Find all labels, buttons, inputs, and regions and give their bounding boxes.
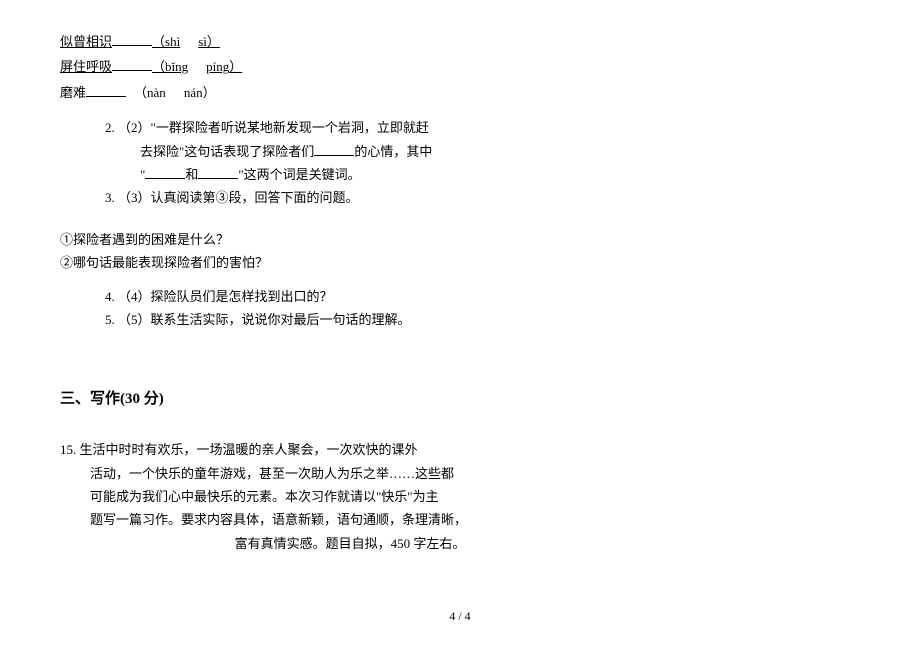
blank[interactable] — [198, 178, 238, 179]
document-body: 似曾相识（shìsì） 屏住呼吸（bǐngpíng） 磨难（nànnán） 2.… — [60, 30, 600, 555]
question-5: 5. （5）联系生活实际，说说你对最后一句话的理解。 — [60, 308, 600, 331]
word-1: 似曾相识 — [60, 34, 112, 49]
pinyin-1a: ì — [177, 34, 181, 49]
sub-questions: ①探险者遇到的困难是什么？ ②哪句话最能表现探险者们的害怕？ — [60, 228, 600, 275]
q5-num: 5. — [105, 312, 115, 327]
pinyin-1-open: （sh — [152, 34, 177, 49]
question-3: 3. （3）认真阅读第③段，回答下面的问题。 — [60, 186, 600, 209]
q2-text-3a: " — [140, 167, 145, 182]
pinyin-3-close: ） — [203, 85, 216, 100]
pinyin-3a: àn — [154, 85, 166, 100]
pinyin-1b: sì — [198, 34, 207, 49]
pinyin-row-3: 磨难 （nàn nán） — [60, 81, 600, 104]
q15-l4: 题写一篇习作。要求内容具体，语意新颖，语句通顺，条理清晰， — [60, 508, 600, 531]
blank[interactable] — [112, 45, 152, 46]
q2-text-3b: "这两个词是关键词。 — [238, 167, 360, 182]
question-2: 2. （2）"一群探险者听说某地新发现一个岩洞，立即就赶 去探险"这句话表现了探… — [60, 116, 600, 186]
sub-q1: ①探险者遇到的困难是什么？ — [60, 228, 600, 251]
q3-label: （3）认真阅读第③段，回答下面的问题。 — [118, 190, 359, 205]
q2-label: （2） — [118, 120, 151, 135]
question-15: 15. 生活中时时有欢乐，一场温暖的亲人聚会，一次欢快的课外 活动，一个快乐的童… — [60, 438, 600, 555]
pinyin-2b: píng — [206, 59, 229, 74]
q15-l2: 活动，一个快乐的童年游戏，甚至一次助人为乐之举……这些都 — [60, 462, 600, 485]
q4-num: 4. — [105, 289, 115, 304]
pinyin-2a: ǐng — [172, 59, 189, 74]
q4-label: （4）探险队员们是怎样找到出口的？ — [118, 289, 333, 304]
q15-l1: 生活中时时有欢乐，一场温暖的亲人聚会，一次欢快的课外 — [80, 442, 418, 457]
q2-text-2a: 去探险"这句话表现了探险者们 — [140, 144, 314, 159]
q2-text-1: "一群探险者听说某地新发现一个岩洞，立即就赶 — [151, 120, 429, 135]
sub-q2: ②哪句话最能表现探险者们的害怕？ — [60, 251, 600, 274]
q2-num: 2. — [105, 120, 115, 135]
pinyin-1-close: ） — [207, 34, 220, 49]
pinyin-3b: nán — [184, 85, 203, 100]
pinyin-2-close: ） — [229, 59, 242, 74]
blank[interactable] — [112, 70, 152, 71]
q15-l5: 富有真情实感。题目自拟，450 字左右。 — [60, 532, 600, 555]
word-3: 磨难 — [60, 85, 86, 100]
blank[interactable] — [314, 155, 354, 156]
pinyin-3-open: （n — [134, 85, 154, 100]
q2-text-mid: 和 — [185, 167, 198, 182]
page-number: 4 / 4 — [0, 606, 920, 628]
pinyin-2-open: （b — [152, 59, 172, 74]
q15-l3: 可能成为我们心中最快乐的元素。本次习作就请以"快乐"为主 — [60, 485, 600, 508]
pinyin-row-2: 屏住呼吸 （bǐng píng） — [60, 55, 600, 78]
q5-label: （5）联系生活实际，说说你对最后一句话的理解。 — [118, 312, 411, 327]
question-4: 4. （4）探险队员们是怎样找到出口的？ — [60, 285, 600, 308]
blank[interactable] — [86, 96, 126, 97]
q2-text-2b: 的心情，其中 — [354, 144, 432, 159]
pinyin-row-1: 似曾相识 （shì sì） — [60, 30, 600, 53]
q3-num: 3. — [105, 190, 115, 205]
section-heading: 三、写作(30 分) — [60, 386, 600, 413]
word-2: 屏住呼吸 — [60, 59, 112, 74]
q15-num: 15. — [60, 442, 76, 457]
more-questions: 4. （4）探险队员们是怎样找到出口的？ 5. （5）联系生活实际，说说你对最后… — [60, 285, 600, 332]
blank[interactable] — [145, 178, 185, 179]
